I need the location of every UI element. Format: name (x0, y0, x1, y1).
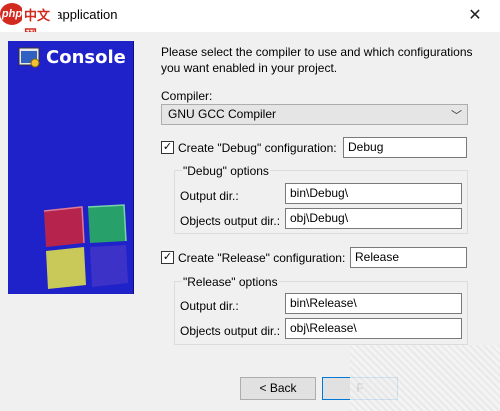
back-button[interactable]: < Back (240, 377, 316, 400)
debug-output-dir-label: Output dir.: (180, 189, 239, 203)
compiler-select[interactable]: GNU GCC Compiler ﹀ (161, 104, 468, 125)
debug-objects-dir-label: Objects output dir.: (180, 214, 281, 228)
release-checkbox-label: Create "Release" configuration: (178, 251, 346, 265)
cube-graphic (43, 204, 128, 289)
debug-options-label: "Debug" options (182, 164, 270, 178)
release-objects-dir-field[interactable]: obj\Release\ (285, 318, 462, 339)
debug-checkbox[interactable]: ✓ (161, 141, 174, 154)
wizard-banner: Console (8, 41, 134, 294)
console-app-icon (18, 47, 40, 68)
intro-text: Please select the compiler to use and wh… (161, 45, 473, 75)
watermark-logo: php 中文网 (0, 3, 58, 43)
title-bar: Console application php 中文网 ✕ (0, 0, 500, 43)
debug-objects-dir-field[interactable]: obj\Debug\ (285, 208, 462, 229)
compiler-value: GNU GCC Compiler (168, 107, 277, 121)
release-name-field[interactable]: Release (350, 247, 467, 268)
close-icon[interactable]: ✕ (462, 6, 488, 26)
banner-title: Console (46, 47, 126, 68)
release-objects-dir-label: Objects output dir.: (180, 324, 281, 338)
compiler-label: Compiler: (161, 89, 213, 103)
chevron-down-icon: ﹀ (451, 110, 462, 122)
watermark-overlay (350, 345, 500, 411)
release-options-label: "Release" options (182, 275, 279, 289)
debug-output-dir-field[interactable]: bin\Debug\ (285, 183, 462, 204)
debug-checkbox-label: Create "Debug" configuration: (178, 141, 337, 155)
release-checkbox[interactable]: ✓ (161, 251, 174, 264)
debug-name-field[interactable]: Debug (343, 137, 467, 158)
release-output-dir-field[interactable]: bin\Release\ (285, 293, 462, 314)
release-output-dir-label: Output dir.: (180, 299, 239, 313)
